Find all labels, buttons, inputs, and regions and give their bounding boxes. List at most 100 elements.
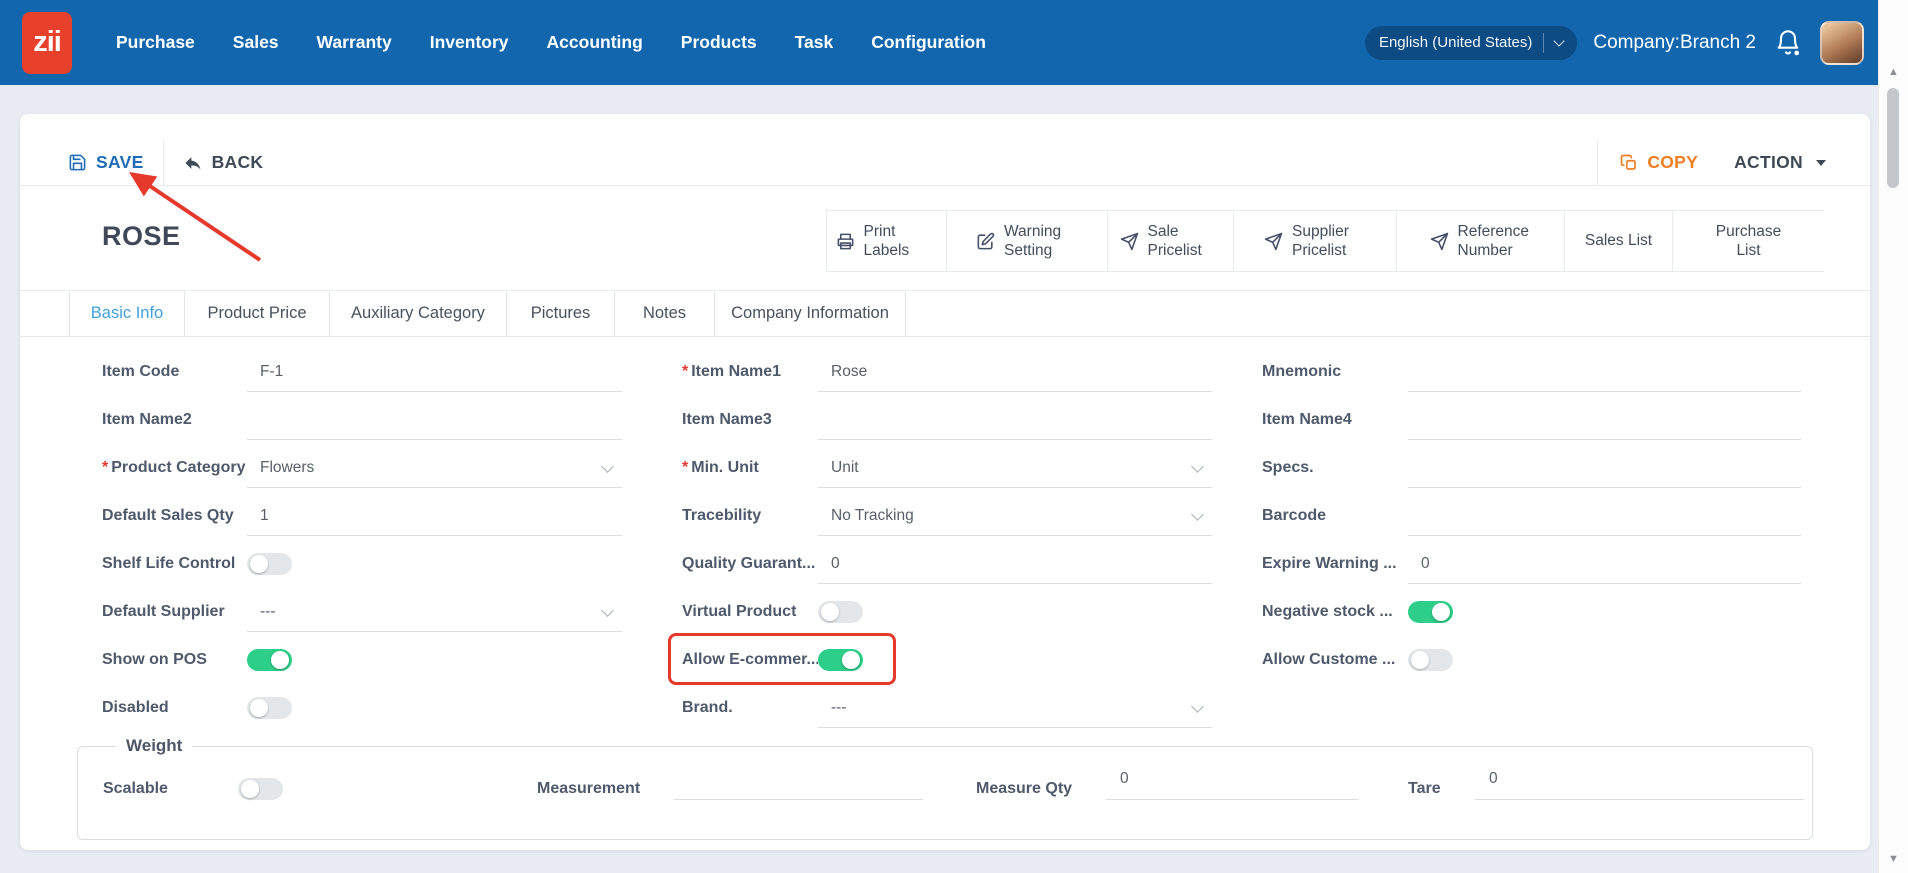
tab-basic-info[interactable]: Basic Info [69, 291, 185, 336]
chevron-down-icon [1553, 34, 1566, 47]
mnemonic-input[interactable] [1408, 352, 1801, 392]
top-navigation: zii Purchase Sales Warranty Inventory Ac… [0, 0, 1878, 85]
send-icon [1264, 232, 1283, 250]
default-supplier-select[interactable]: --- [247, 592, 622, 632]
specs-input[interactable] [1408, 448, 1801, 488]
item-name2-label: Item Name2 [102, 411, 192, 428]
company-branch-label: Company:Branch 2 [1593, 31, 1756, 53]
quality-guarantee-input[interactable]: 0 [818, 544, 1212, 584]
scroll-up-arrow[interactable]: ▲ [1879, 66, 1908, 78]
menu-task[interactable]: Task [795, 32, 834, 53]
brand-label: Brand. [682, 699, 733, 716]
disabled-toggle[interactable] [247, 697, 292, 719]
reference-number-button[interactable]: Reference Number [1396, 211, 1564, 271]
barcode-label: Barcode [1262, 507, 1327, 524]
divider [162, 139, 164, 186]
language-selector[interactable]: English (United States) [1364, 25, 1578, 60]
menu-products[interactable]: Products [681, 32, 757, 53]
negative-stock-toggle[interactable] [1408, 601, 1453, 623]
copy-label: COPY [1647, 152, 1699, 172]
menu-sales[interactable]: Sales [233, 32, 279, 53]
warning-setting-button[interactable]: Warning Setting [946, 211, 1107, 271]
menu-inventory[interactable]: Inventory [430, 32, 509, 53]
tab-auxiliary-category[interactable]: Auxiliary Category [330, 291, 507, 336]
product-category-label: Product Category [102, 444, 247, 492]
menu-purchase[interactable]: Purchase [116, 32, 195, 53]
language-label: English (United States) [1378, 34, 1533, 51]
measurement-input[interactable] [674, 758, 923, 800]
tab-company-information[interactable]: Company Information [715, 291, 906, 336]
quick-action-label: Purchase List [1715, 222, 1782, 259]
allow-customer-toggle[interactable] [1408, 649, 1453, 671]
sale-pricelist-button[interactable]: Sale Pricelist [1107, 211, 1233, 271]
tab-notes[interactable]: Notes [615, 291, 715, 336]
chevron-down-icon [1191, 508, 1204, 521]
divider [1543, 32, 1545, 53]
tab-pictures[interactable]: Pictures [507, 291, 615, 336]
min-unit-select[interactable]: Unit [818, 448, 1212, 488]
scalable-label: Scalable [103, 780, 168, 797]
item-name1-input[interactable]: Rose [818, 352, 1212, 392]
quality-guarantee-label: Quality Guarant... [682, 555, 816, 572]
tracebility-select[interactable]: No Tracking [818, 496, 1212, 536]
user-avatar[interactable] [1820, 20, 1864, 65]
menu-warranty[interactable]: Warranty [317, 32, 392, 53]
measure-qty-input[interactable]: 0 [1106, 758, 1359, 800]
tab-bar: Basic Info Product Price Auxiliary Categ… [20, 290, 1870, 337]
expire-warning-input[interactable]: 0 [1408, 544, 1801, 584]
product-title: ROSE [102, 221, 181, 251]
supplier-pricelist-button[interactable]: Supplier Pricelist [1233, 211, 1396, 271]
print-labels-button[interactable]: Print Labels [826, 211, 946, 271]
save-label: SAVE [96, 152, 144, 172]
allow-ecommerce-label: Allow E-commer... [682, 651, 818, 668]
weight-row: Scalable Measurement Measure Qty 0 Tare … [78, 756, 1812, 822]
tare-input[interactable]: 0 [1475, 758, 1804, 800]
chevron-down-icon [1191, 460, 1204, 473]
barcode-input[interactable] [1408, 496, 1801, 536]
menu-configuration[interactable]: Configuration [871, 32, 986, 53]
item-name4-input[interactable] [1408, 400, 1801, 440]
menu-accounting[interactable]: Accounting [547, 32, 643, 53]
tare-label: Tare [1408, 780, 1441, 797]
show-on-pos-label: Show on POS [102, 651, 207, 668]
product-detail-card: SAVE BACK COPY ACTION ROSE Print Labels … [20, 114, 1870, 850]
default-sales-qty-input[interactable]: 1 [247, 496, 622, 536]
purchase-list-button[interactable]: Purchase List [1672, 211, 1824, 271]
tracebility-label: Tracebility [682, 507, 762, 524]
allow-ecommerce-toggle[interactable] [818, 649, 863, 671]
disabled-label: Disabled [102, 699, 169, 716]
item-name2-input[interactable] [247, 400, 622, 440]
save-button[interactable]: SAVE [68, 152, 144, 173]
min-unit-label: Min. Unit [682, 444, 818, 492]
scroll-down-arrow[interactable]: ▼ [1879, 853, 1908, 865]
brand-select[interactable]: --- [818, 688, 1212, 728]
scalable-toggle[interactable] [238, 778, 283, 800]
virtual-product-toggle[interactable] [818, 601, 863, 623]
allow-customer-label: Allow Custome ... [1262, 651, 1396, 668]
tab-product-price[interactable]: Product Price [185, 291, 330, 336]
sales-list-button[interactable]: Sales List [1564, 211, 1672, 271]
save-icon [69, 154, 86, 171]
default-supplier-label: Default Supplier [102, 603, 225, 620]
toolbar: SAVE BACK COPY ACTION [20, 139, 1870, 186]
measure-qty-label: Measure Qty [976, 780, 1073, 797]
item-name3-input[interactable] [818, 400, 1212, 440]
item-code-input[interactable]: F-1 [247, 352, 622, 392]
scrollbar-thumb[interactable] [1887, 88, 1899, 188]
product-category-select[interactable]: Flowers [247, 448, 622, 488]
quick-action-label: Warning Setting [1004, 222, 1062, 259]
back-button[interactable]: BACK [183, 152, 264, 173]
chevron-down-icon [601, 460, 614, 473]
app-logo[interactable]: zii [22, 11, 72, 74]
shelf-life-control-toggle[interactable] [247, 553, 292, 575]
quick-action-label: Sale Pricelist [1147, 222, 1202, 259]
default-sales-qty-label: Default Sales Qty [102, 507, 234, 524]
notification-bell-icon[interactable] [1772, 27, 1804, 59]
negative-stock-label: Negative stock ... [1262, 603, 1393, 620]
basic-info-form: Item Code F-1 Item Name1 Rose Mnemonic I… [102, 348, 1801, 732]
show-on-pos-toggle[interactable] [247, 649, 292, 671]
quick-action-label: Reference Number [1457, 222, 1530, 259]
action-dropdown-button[interactable]: ACTION [1734, 152, 1826, 173]
copy-button[interactable]: COPY [1620, 152, 1698, 173]
send-icon [1430, 232, 1448, 250]
